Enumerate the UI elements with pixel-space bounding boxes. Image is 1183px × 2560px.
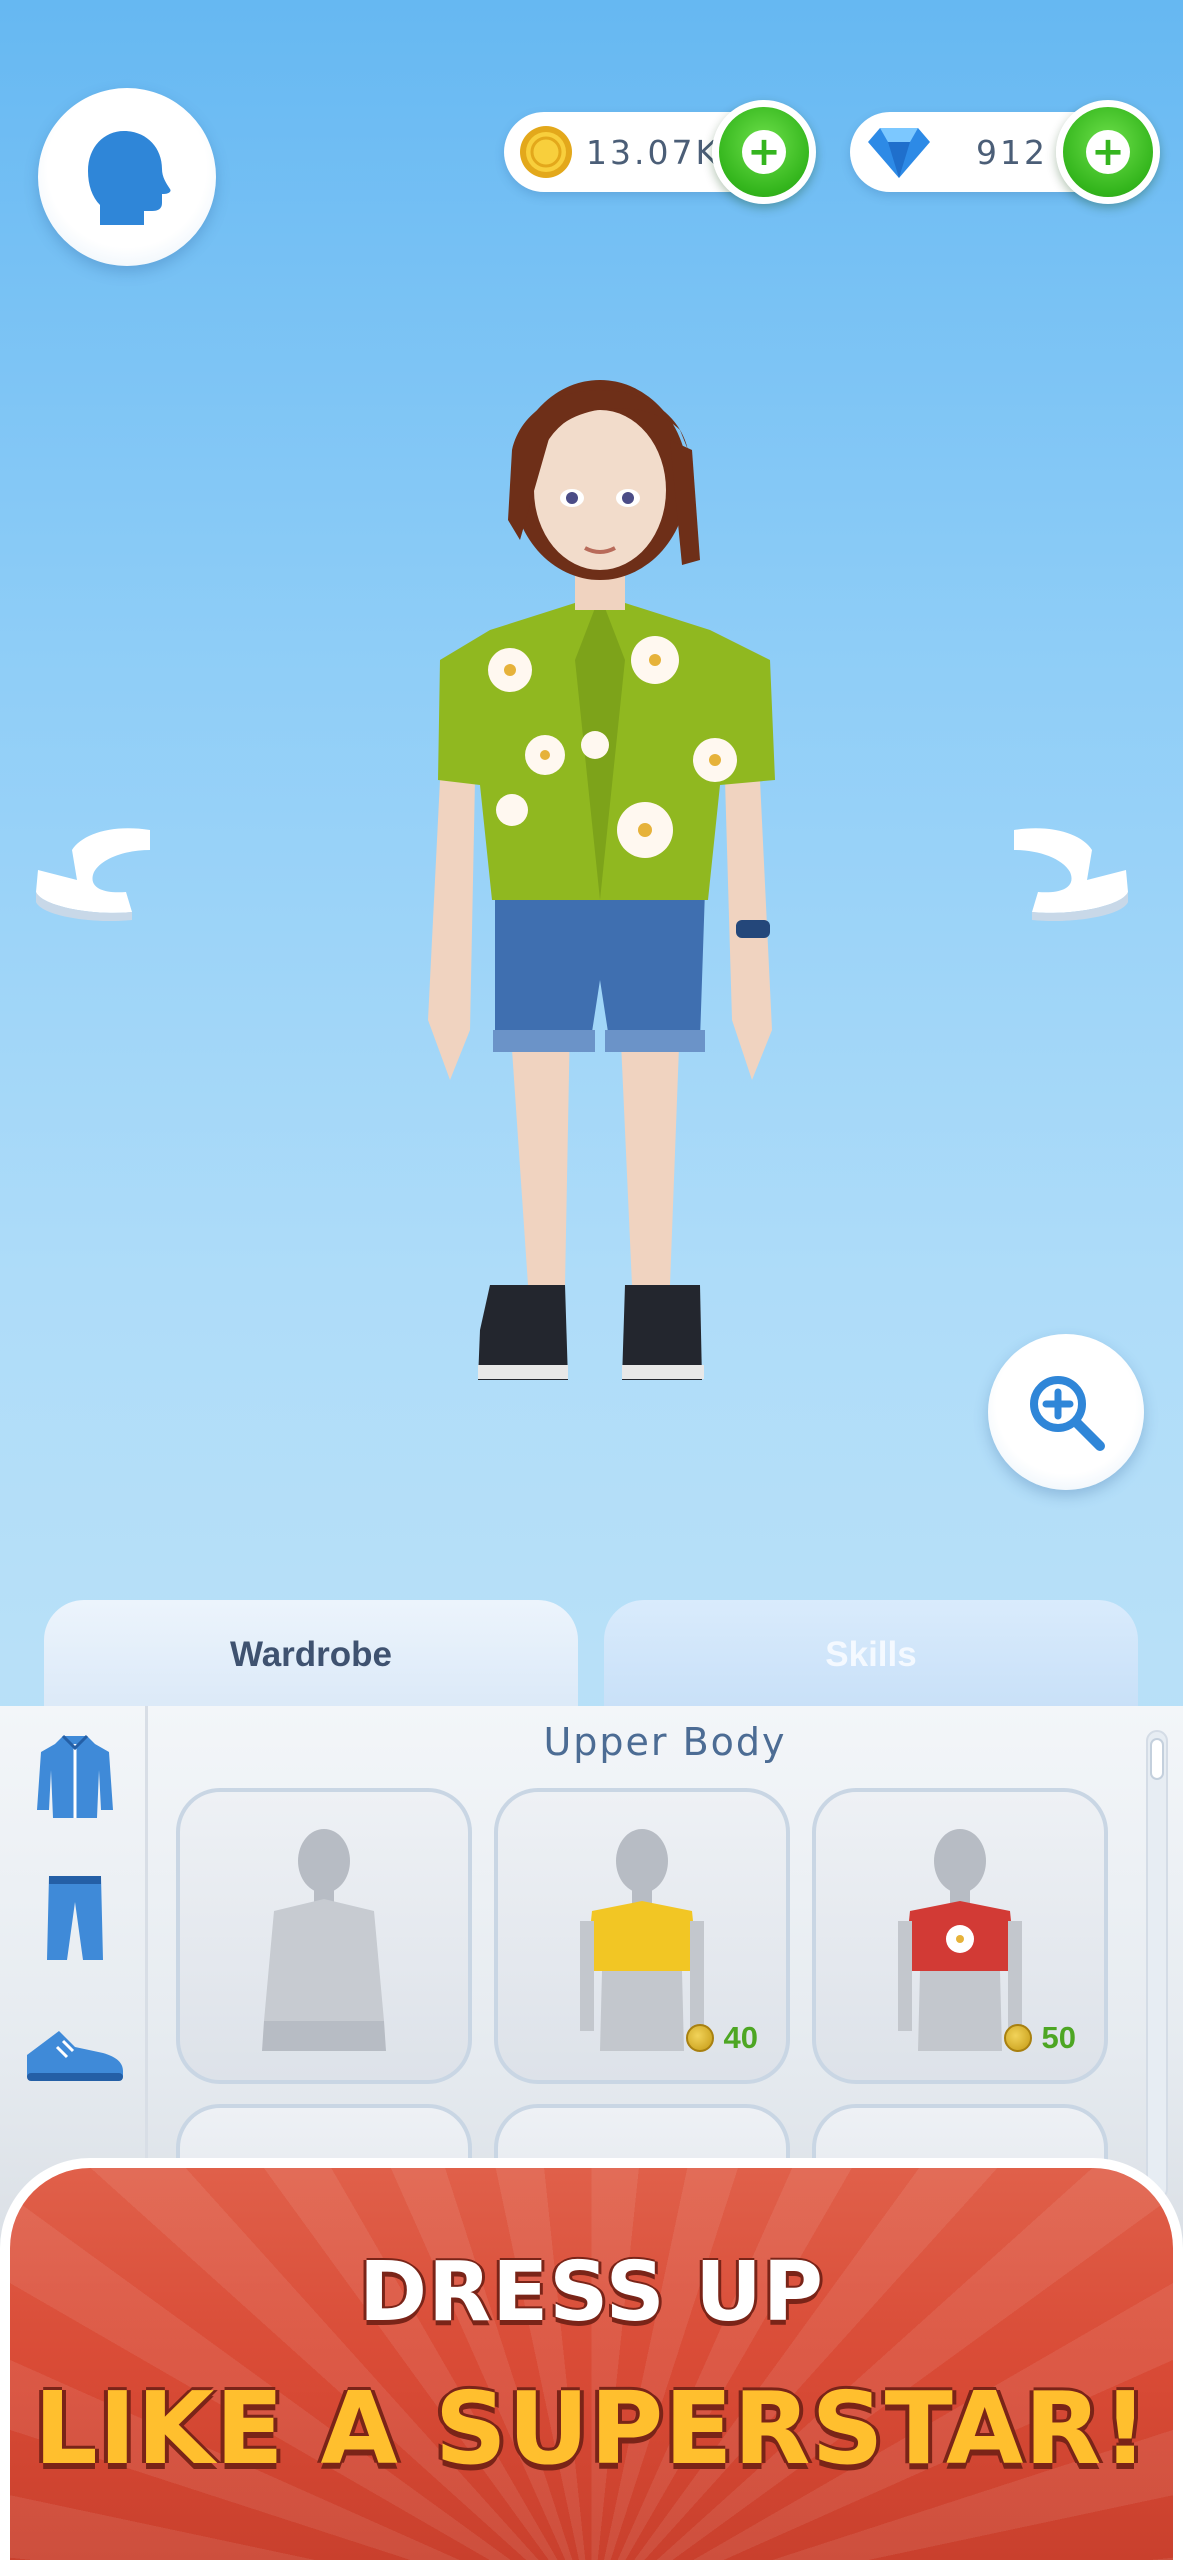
gem-value: 912 bbox=[976, 132, 1048, 172]
diamond-icon bbox=[868, 128, 930, 178]
mannequin-red-top bbox=[898, 1829, 1022, 2051]
scrollbar-thumb[interactable] bbox=[1150, 1738, 1164, 1780]
coin-icon bbox=[685, 2024, 714, 2052]
jacket-icon bbox=[37, 1734, 113, 1818]
category-lower-body[interactable] bbox=[20, 1862, 130, 1972]
category-shoes[interactable] bbox=[20, 2000, 130, 2110]
item-price-value: 40 bbox=[723, 2020, 758, 2055]
add-coins-button[interactable]: + bbox=[712, 100, 816, 204]
section-title: Upper Body bbox=[543, 1720, 787, 1764]
shoe-icon bbox=[27, 2031, 123, 2081]
tab-skills[interactable]: Skills bbox=[604, 1600, 1138, 1710]
head-profile-icon bbox=[88, 131, 171, 225]
tab-wardrobe-label: Wardrobe bbox=[229, 1635, 393, 1674]
zoom-in-icon bbox=[1030, 1376, 1105, 1451]
mannequin-yellow-top bbox=[580, 1829, 704, 2051]
promo-banner bbox=[0, 2158, 1183, 2560]
banner-headline: DRESS UP bbox=[359, 2245, 824, 2340]
item-price: 50 bbox=[1003, 2020, 1076, 2056]
coin-value: 13.07K bbox=[586, 132, 721, 172]
gold-coin-icon bbox=[520, 126, 572, 178]
banner-subheadline: LIKE A SUPERSTAR! bbox=[33, 2370, 1150, 2487]
category-upper-body[interactable] bbox=[20, 1720, 130, 1830]
pants-icon bbox=[47, 1876, 103, 1960]
mannequin-default-shirt bbox=[262, 1829, 386, 2051]
wardrobe-item-red-flower-top[interactable]: 50 bbox=[812, 1788, 1108, 2084]
plus-icon: + bbox=[742, 130, 786, 174]
plus-icon: + bbox=[1086, 130, 1130, 174]
zoom-button[interactable] bbox=[988, 1334, 1144, 1490]
rotate-right-arrow-icon[interactable] bbox=[1012, 820, 1142, 930]
coin-icon bbox=[1003, 2024, 1032, 2052]
profile-button[interactable] bbox=[38, 88, 216, 266]
wardrobe-item-yellow-top[interactable]: 40 bbox=[494, 1788, 790, 2084]
wardrobe-item-default-shirt[interactable] bbox=[176, 1788, 472, 2084]
item-price-value: 50 bbox=[1041, 2020, 1076, 2055]
tab-skills-label: Skills bbox=[825, 1635, 917, 1674]
rotate-left-arrow-icon[interactable] bbox=[22, 820, 152, 930]
item-price: 40 bbox=[685, 2020, 758, 2056]
avatar-character bbox=[428, 380, 775, 1380]
tab-wardrobe[interactable]: Wardrobe bbox=[44, 1600, 578, 1710]
add-gems-button[interactable]: + bbox=[1056, 100, 1160, 204]
scrollbar[interactable] bbox=[1146, 1730, 1168, 2200]
